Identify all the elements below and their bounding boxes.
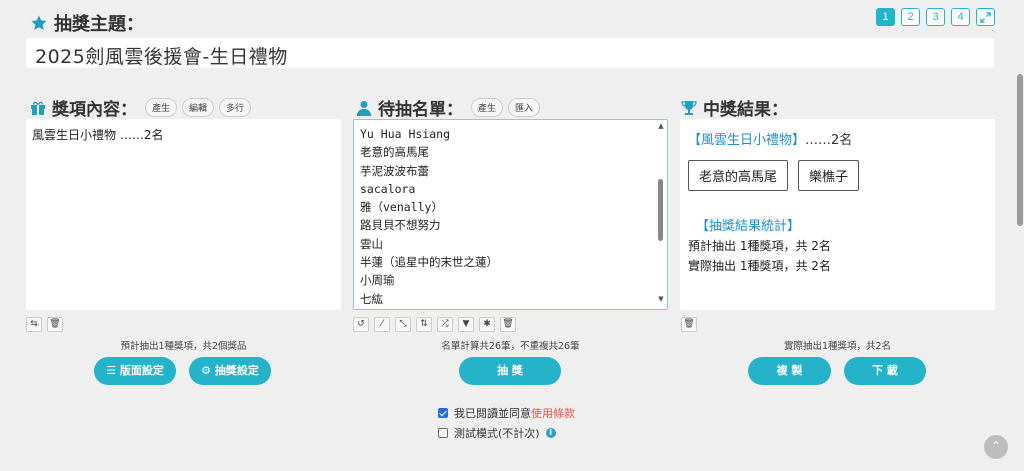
list-item: 七紘 — [360, 291, 383, 306]
undo-icon[interactable]: ↺ — [353, 317, 369, 332]
terms-link[interactable]: 使用條款 — [531, 405, 575, 421]
draw-button[interactable]: 抽 獎 — [459, 357, 561, 385]
page-button-1[interactable]: 1 — [876, 8, 895, 26]
download-button[interactable]: 下 載 — [844, 357, 926, 385]
result-summary: 實際抽出1種獎項，共2名 — [783, 341, 892, 352]
agree-row: 我已閱讀並同意 使用條款 — [438, 405, 575, 421]
winners-list: 老意的高馬尾 樂樵子 — [688, 160, 987, 191]
draw-settings-label: 抽獎設定 — [214, 364, 259, 377]
compress-icon[interactable]: ⤡ — [395, 317, 411, 332]
result-header: 中獎結果： — [681, 95, 788, 120]
result-prize-count: ……2名 — [805, 133, 853, 148]
page-button-4[interactable]: 4 — [951, 8, 970, 26]
swap-icon[interactable]: ⇆ — [26, 317, 42, 332]
stat-actual: 實際抽出 1種獎項，共 2名 — [688, 259, 831, 273]
page-scroll-thumb[interactable] — [1017, 74, 1023, 226]
agree-checkbox[interactable] — [438, 408, 448, 418]
result-panel: 【風雲生日小禮物】……2名 老意的高馬尾 樂樵子 【抽獎結果統計】 預計抽出 1… — [680, 119, 995, 310]
layout-settings-label: 版面設定 — [119, 364, 164, 377]
test-mode-checkbox[interactable] — [438, 428, 448, 438]
generate-prizes-button[interactable]: 產生 — [145, 98, 178, 117]
prizes-header: 獎項內容： 產生 編輯 多行 — [30, 95, 252, 120]
list-toolbar: ↺ ⁄ ⤡ ⇅ ⤮ ▼ ✱ 🗑 — [353, 317, 516, 332]
test-mode-row: 測試模式(不計次) i — [438, 425, 556, 441]
page-scrollbar[interactable] — [1016, 0, 1024, 471]
filter-icon[interactable]: ▼ — [458, 317, 474, 332]
draw-settings-button[interactable]: ⚙ 抽獎設定 — [189, 357, 271, 385]
trash-icon[interactable]: 🗑 — [500, 317, 516, 332]
sort-icon[interactable]: ⇅ — [416, 317, 432, 332]
scroll-thumb[interactable] — [658, 179, 663, 241]
magic-wand-icon[interactable]: ⁄ — [374, 317, 390, 332]
list-scrollbar[interactable]: ▲ ▼ — [656, 121, 666, 304]
page-button-3[interactable]: 3 — [926, 8, 945, 26]
info-icon[interactable]: i — [545, 428, 556, 438]
import-list-button[interactable]: 匯入 — [508, 98, 541, 117]
entrants-list: Yu Hua Hsiang 老意的高馬尾 芋泥波波布蕾 sacalora 雅（v… — [354, 120, 667, 313]
page-selector: 1 2 3 4 — [876, 8, 995, 26]
list-item: 雅（venally） — [360, 200, 443, 215]
scroll-up-icon[interactable]: ▲ — [656, 121, 666, 131]
agree-label: 我已閱讀並同意 — [454, 407, 531, 420]
entrants-textarea[interactable]: Yu Hua Hsiang 老意的高馬尾 芋泥波波布蕾 sacalora 雅（v… — [353, 119, 668, 310]
list-item: 雲山 — [360, 236, 383, 251]
result-toolbar: 🗑 — [681, 317, 697, 332]
asterisk-icon[interactable]: ✱ — [479, 317, 495, 332]
list-icon: ☰ — [106, 364, 120, 377]
stat-expected: 預計抽出 1種獎項，共 2名 — [688, 239, 831, 253]
stats-title: 【抽獎結果統計】 — [696, 219, 801, 234]
prizes-textarea[interactable]: 風雲生日小禮物 ……2名 — [26, 119, 341, 310]
trash-icon[interactable]: 🗑 — [47, 317, 63, 332]
edit-prizes-button[interactable]: 編輯 — [182, 98, 215, 117]
list-item: 芋泥波波布蕾 — [360, 163, 429, 178]
entrants-header: 待抽名單： 產生 匯入 — [356, 95, 541, 120]
layout-settings-button[interactable]: ☰ 版面設定 — [94, 357, 176, 385]
list-summary: 名單計算共26筆，不重複共26筆 — [441, 341, 580, 352]
topic-header: 抽獎主題： — [30, 10, 144, 36]
topic-label: 抽獎主題： — [54, 14, 144, 35]
list-item: 老意的高馬尾 — [360, 145, 429, 160]
trophy-icon — [681, 100, 697, 115]
list-item: 路貝貝不想努力 — [360, 218, 441, 233]
back-to-top-icon[interactable]: ⌃ — [984, 435, 1008, 459]
gear-icon: ⚙ — [201, 364, 215, 377]
copy-button[interactable]: 複 製 — [748, 357, 831, 385]
result-prize: 【風雲生日小禮物】……2名 — [688, 129, 987, 148]
page-button-2[interactable]: 2 — [901, 8, 920, 26]
list-item: sacalora — [360, 181, 416, 196]
star-icon — [31, 15, 47, 30]
prizes-title: 獎項內容： — [52, 100, 137, 120]
result-prize-name: 【風雲生日小禮物】 — [688, 133, 806, 148]
list-item: Yu Hua Hsiang — [360, 127, 451, 141]
expand-icon[interactable] — [976, 8, 995, 26]
result-title: 中獎結果： — [703, 100, 788, 120]
winner-badge: 樂樵子 — [798, 160, 860, 191]
topic-input[interactable]: 2025劍風雲後援會-生日禮物 — [26, 38, 994, 68]
list-item: 半蓮（追星中的末世之蓮） — [360, 255, 498, 270]
generate-list-button[interactable]: 產生 — [471, 98, 504, 117]
multiline-button[interactable]: 多行 — [219, 98, 252, 117]
winner-badge: 老意的高馬尾 — [688, 160, 789, 191]
gift-icon — [31, 101, 45, 115]
test-mode-label: 測試模式(不計次) — [454, 427, 540, 440]
trash-icon[interactable]: 🗑 — [681, 317, 697, 332]
user-icon — [357, 100, 371, 116]
prizes-toolbar: ⇆ 🗑 — [26, 317, 63, 332]
shuffle-icon[interactable]: ⤮ — [437, 317, 453, 332]
prizes-summary: 預計抽出1種獎項，共2個獎品 — [120, 341, 247, 352]
scroll-down-icon[interactable]: ▼ — [656, 294, 666, 304]
entrants-title: 待抽名單： — [378, 100, 463, 120]
list-item: 小周瑜 — [360, 273, 395, 288]
